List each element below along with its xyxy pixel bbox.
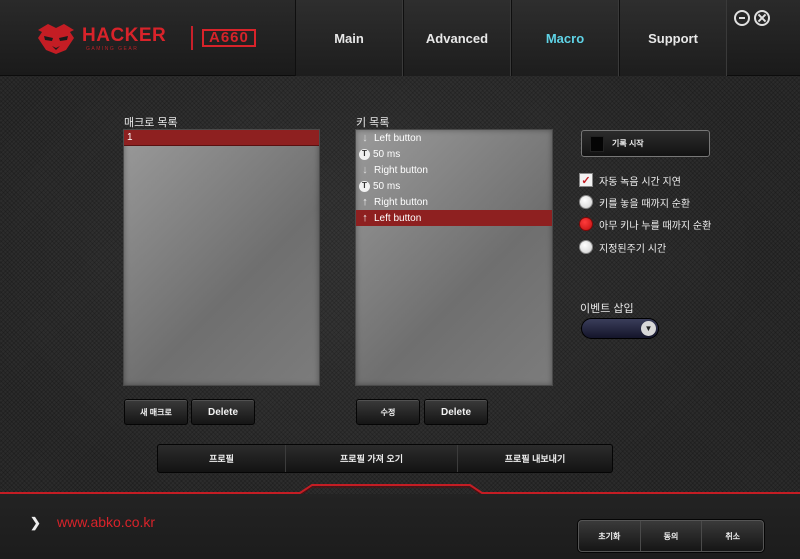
- record-start-label: 기록 시작: [612, 139, 644, 148]
- record-start-button[interactable]: 기록 시작: [581, 130, 710, 157]
- profile-export-button[interactable]: 프로필 내보내기: [458, 445, 612, 472]
- brand-name: HACKER: [82, 25, 167, 46]
- key-item-text: Left button: [374, 212, 422, 224]
- key-list-label: 키 목록: [356, 117, 390, 129]
- macro-settings-window: HACKER GAMING GEAR A660 Main Advanced Ma…: [0, 0, 800, 559]
- macro-list-label: 매크로 목록: [124, 117, 178, 129]
- hacker-mask-icon: [38, 24, 74, 54]
- window-controls: [734, 10, 770, 26]
- radio-button-icon[interactable]: [579, 240, 593, 254]
- apply-button[interactable]: 동의: [641, 521, 703, 551]
- arrow-up-icon: ↑: [362, 196, 368, 208]
- brand-subtitle: GAMING GEAR: [86, 46, 139, 52]
- delete-key-button[interactable]: Delete: [424, 399, 488, 425]
- chevron-down-icon: ▼: [641, 321, 656, 336]
- arrow-down-icon: ↓: [362, 164, 368, 176]
- tab-main[interactable]: Main: [295, 0, 403, 76]
- timer-icon: T: [359, 180, 370, 192]
- reset-button[interactable]: 초기화: [579, 521, 641, 551]
- arrow-up-icon: ↑: [362, 212, 368, 224]
- macro-list[interactable]: 1: [123, 129, 320, 386]
- footer-button-group: 초기화 동의 취소: [578, 520, 764, 552]
- playback-mode-label: 아무 키나 누를 때까지 순환: [599, 220, 712, 232]
- profile-import-button[interactable]: 프로필 가져 오기: [286, 445, 458, 472]
- brand-logo: HACKER GAMING GEAR A660: [34, 20, 284, 56]
- event-insert-label: 이벤트 삽입: [580, 303, 634, 315]
- edit-key-button[interactable]: 수정: [356, 399, 420, 425]
- cancel-button[interactable]: 취소: [702, 521, 763, 551]
- arrow-down-icon: ↓: [362, 132, 368, 144]
- key-item-text: 50 ms: [373, 180, 401, 192]
- tab-macro[interactable]: Macro: [511, 0, 619, 76]
- key-list-item[interactable]: ↑ Left button: [356, 210, 552, 226]
- header-bar: HACKER GAMING GEAR A660 Main Advanced Ma…: [0, 0, 800, 76]
- key-list-item[interactable]: T 50 ms: [356, 146, 552, 162]
- new-macro-button[interactable]: 새 매크로: [124, 399, 188, 425]
- main-tabs: Main Advanced Macro Support: [295, 0, 727, 76]
- close-icon[interactable]: [754, 10, 770, 26]
- event-insert-dropdown[interactable]: ▼: [581, 318, 659, 339]
- radio-button-selected-icon[interactable]: [579, 217, 593, 231]
- key-item-text: Right button: [374, 196, 428, 208]
- profile-bar: 프로필 프로필 가져 오기 프로필 내보내기: [157, 444, 613, 473]
- logo-divider: [191, 26, 193, 50]
- key-list-item[interactable]: ↓ Left button: [356, 130, 552, 146]
- key-list-item[interactable]: ↑ Right button: [356, 194, 552, 210]
- key-list-item[interactable]: T 50 ms: [356, 178, 552, 194]
- website-link[interactable]: www.abko.co.kr: [57, 514, 155, 530]
- playback-mode-any-key[interactable]: 아무 키나 누를 때까지 순환: [579, 216, 711, 232]
- radio-button-icon[interactable]: [579, 195, 593, 209]
- delete-macro-button[interactable]: Delete: [191, 399, 255, 425]
- playback-mode-label: 키를 놓을 때까지 순환: [599, 198, 691, 210]
- playback-mode-release[interactable]: 키를 놓을 때까지 순환: [579, 194, 690, 210]
- auto-delay-label: 자동 녹음 시간 지연: [599, 176, 681, 188]
- key-item-text: 50 ms: [373, 148, 401, 160]
- key-list[interactable]: ↓ Left button T 50 ms ↓ Right button T 5…: [355, 129, 553, 386]
- minimize-icon[interactable]: [734, 10, 750, 26]
- profile-button[interactable]: 프로필: [158, 445, 286, 472]
- tab-advanced[interactable]: Advanced: [403, 0, 511, 76]
- timer-icon: T: [359, 148, 370, 160]
- chevron-right-icon: ❯: [30, 515, 41, 530]
- key-list-item[interactable]: ↓ Right button: [356, 162, 552, 178]
- key-item-text: Right button: [374, 164, 428, 176]
- tab-support[interactable]: Support: [619, 0, 727, 76]
- model-badge: A660: [202, 29, 256, 47]
- checkmark-icon[interactable]: ✓: [579, 173, 593, 187]
- record-icon: [590, 135, 604, 152]
- playback-mode-label: 지정된주기 시간: [599, 243, 667, 255]
- key-item-text: Left button: [374, 132, 422, 144]
- playback-mode-period[interactable]: 지정된주기 시간: [579, 239, 666, 255]
- macro-list-item[interactable]: 1: [124, 130, 319, 146]
- auto-delay-option[interactable]: ✓ 자동 녹음 시간 지연: [579, 172, 681, 188]
